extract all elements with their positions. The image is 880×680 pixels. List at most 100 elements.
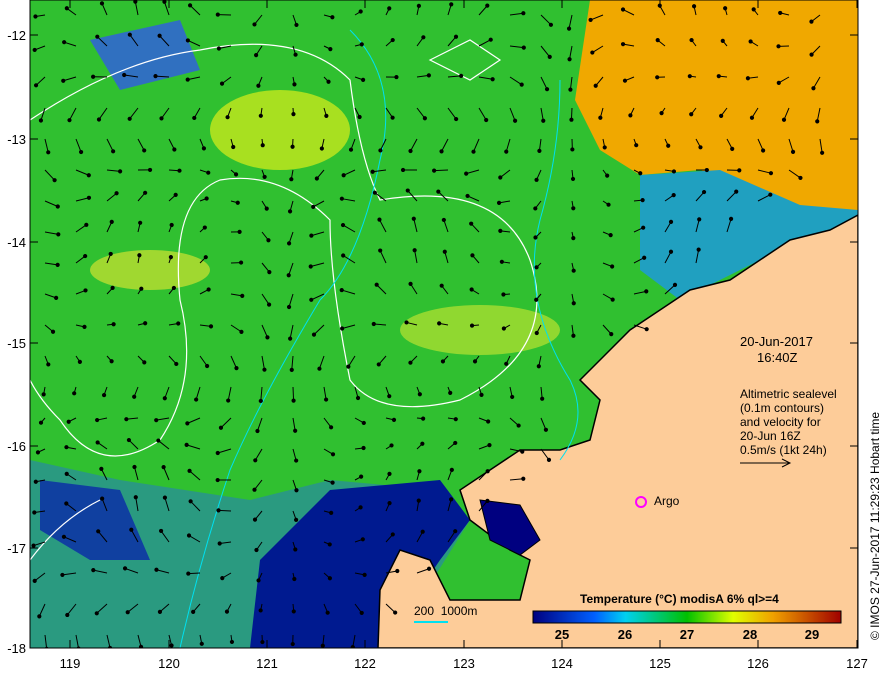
velocity-arrow-head (470, 253, 475, 258)
velocity-arrow-head (606, 202, 611, 207)
velocity-arrow-head (256, 578, 261, 583)
velocity-arrow-head (590, 50, 595, 55)
velocity-arrow-head (571, 301, 576, 306)
velocity-arrow-head (201, 146, 207, 151)
velocity-arrow-head (99, 466, 104, 471)
velocity-arrow-head (728, 216, 734, 221)
velocity-arrow-head (252, 22, 257, 27)
velocity-arrow-head (72, 391, 77, 396)
velocity-arrow-head (184, 442, 189, 447)
velocity-arrow-head (689, 112, 694, 117)
velocity-arrow-head (340, 222, 346, 228)
velocity-arrow-head (256, 83, 261, 88)
velocity-arrow-head (479, 392, 484, 397)
velocity-arrow-head (262, 174, 267, 180)
velocity-arrow-head (436, 189, 441, 194)
velocity-arrow-head (133, 495, 138, 500)
velocity-arrow-head (54, 295, 59, 300)
velocity-arrow-head (622, 78, 628, 83)
velocity-arrow-head (129, 527, 134, 532)
velocity-arrow-head (46, 150, 51, 155)
velocity-arrow-head (95, 34, 100, 39)
velocity-arrow-head (501, 326, 506, 331)
velocity-arrow-head (78, 149, 84, 155)
velocity-arrow-head (260, 639, 265, 645)
velocity-arrow-head (697, 217, 702, 222)
velocity-arrow-head (644, 327, 649, 332)
velocity-arrow-head (254, 547, 259, 553)
velocity-arrow-head (109, 359, 114, 364)
velocity-arrow-head (408, 281, 413, 286)
velocity-arrow-head (252, 487, 257, 492)
velocity-arrow-head (534, 330, 539, 336)
velocity-arrow-head (609, 332, 614, 337)
velocity-arrow-head (309, 297, 314, 302)
velocity-arrow-head (516, 423, 521, 428)
velocity-arrow-head (720, 38, 725, 43)
velocity-arrow-head (292, 82, 297, 87)
velocity-arrow-head (504, 361, 509, 366)
velocity-arrow-head (319, 146, 324, 151)
velocity-arrow-head (132, 464, 137, 470)
velocity-arrow-head (426, 73, 431, 78)
velocity-arrow-head (655, 75, 660, 80)
colorbar (532, 610, 842, 624)
time-label: 16:40Z (757, 350, 798, 365)
velocity-arrow-head (38, 420, 44, 425)
velocity-arrow-head (202, 225, 207, 230)
velocity-arrow-head (31, 543, 36, 548)
velocity-arrow-head (64, 471, 69, 476)
velocity-arrow-head (543, 427, 549, 432)
velocity-arrow-head (459, 73, 464, 79)
velocity-arrow-head (286, 241, 292, 246)
velocity-arrow-head (701, 189, 707, 195)
colorbar-tick: 27 (679, 627, 695, 642)
velocity-arrow-head (454, 116, 459, 122)
velocity-arrow-head (317, 366, 322, 371)
velocity-arrow-head (289, 177, 294, 182)
velocity-arrow-head (421, 416, 426, 421)
velocity-arrow-head (215, 12, 220, 17)
date-label: 20-Jun-2017 (740, 334, 813, 349)
velocity-arrow-head (439, 283, 444, 288)
velocity-arrow-head (199, 641, 204, 646)
velocity-arrow-head (169, 643, 174, 648)
velocity-arrow-head (748, 39, 753, 44)
velocity-arrow-head (404, 320, 409, 325)
velocity-arrow-head (35, 450, 41, 455)
velocity-arrow-head (291, 398, 296, 403)
velocity-arrow-head (644, 289, 649, 294)
velocity-arrow-head (61, 78, 66, 83)
velocity-arrow-head (453, 34, 459, 39)
velocity-arrow-head (510, 394, 515, 400)
warm-patch (90, 250, 210, 290)
legend-line: 0.5m/s (1kt 24h) (740, 443, 827, 457)
velocity-arrow-head (698, 145, 703, 150)
velocity-arrow-head (689, 37, 694, 43)
velocity-arrow-head (172, 147, 177, 152)
velocity-arrow-head (157, 33, 162, 38)
velocity-arrow-head (768, 192, 773, 197)
velocity-arrow-head (320, 643, 325, 648)
velocity-arrow-head (171, 285, 176, 291)
velocity-arrow-head (38, 118, 44, 123)
velocity-arrow-head (311, 204, 316, 209)
velocity-arrow-head (716, 74, 721, 79)
velocity-arrow-head (33, 479, 38, 484)
velocity-arrow-head (359, 610, 364, 616)
velocity-arrow-head (387, 394, 392, 399)
velocity-arrow-head (215, 477, 220, 483)
velocity-arrow-head (154, 418, 159, 423)
velocity-arrow-head (203, 255, 208, 260)
velocity-arrow-head (91, 74, 96, 79)
velocity-arrow-head (96, 529, 101, 534)
velocity-arrow-head (62, 40, 67, 45)
velocity-arrow-head (815, 119, 820, 124)
velocity-arrow-head (642, 255, 647, 260)
velocity-arrow-head (325, 610, 330, 615)
velocity-arrow-head (204, 196, 209, 201)
velocity-arrow-head (453, 529, 458, 534)
velocity-arrow-head (602, 145, 607, 150)
velocity-arrow-head (371, 321, 376, 327)
velocity-arrow-head (441, 217, 446, 223)
